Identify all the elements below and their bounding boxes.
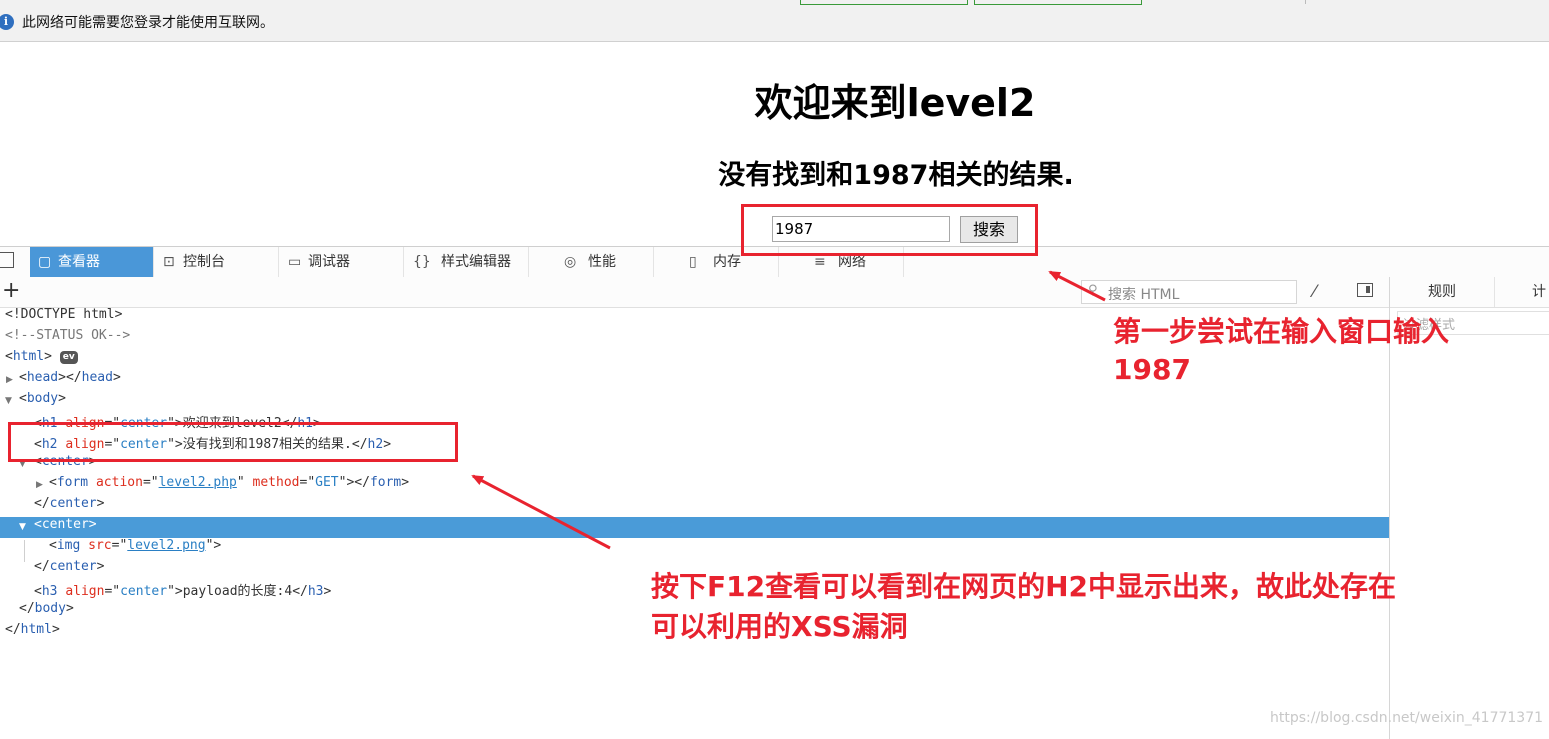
arrow-to-search [1048, 270, 1106, 302]
note-step1-line1: 第一步尝试在输入窗口输入 [1113, 315, 1450, 348]
note-step1-line2: 1987 [1113, 353, 1191, 386]
note-f12-line1: 按下F12查看可以看到在网页的H2中显示出来，故此处存在 [651, 570, 1397, 603]
arrow-to-h2 [471, 474, 611, 550]
note-f12-line2: 可以利用的XSS漏洞 [651, 610, 908, 643]
watermark: https://blog.csdn.net/weixin_41771371 [1270, 710, 1544, 726]
